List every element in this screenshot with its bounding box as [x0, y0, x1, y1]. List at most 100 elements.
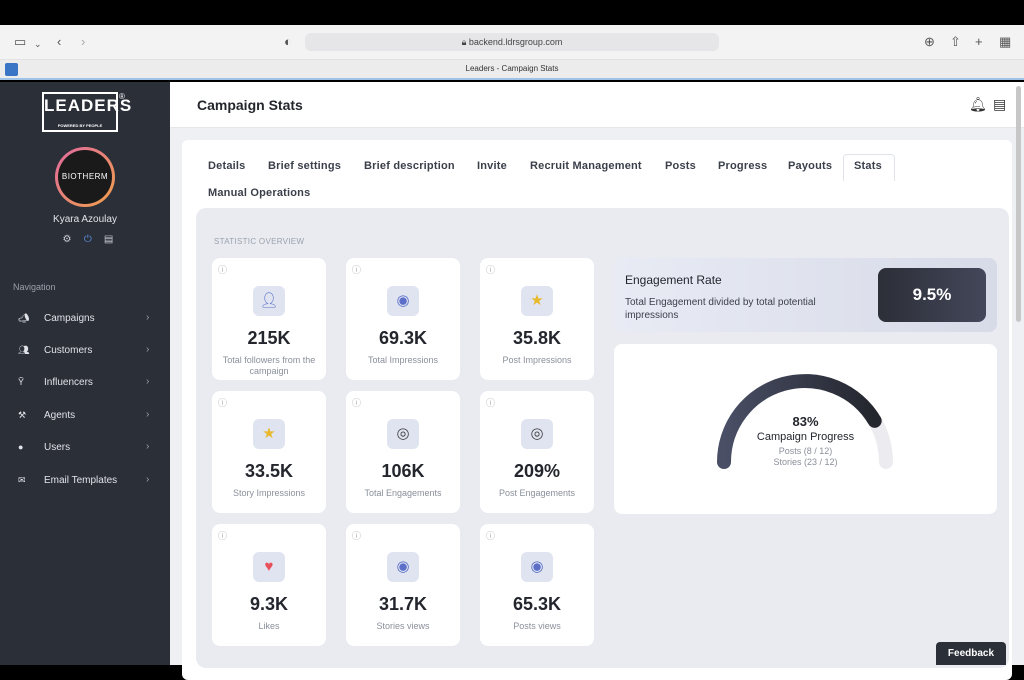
- sidebar: LEADERS POWERED BY PEOPLE ® BIOTHERM Kyar…: [0, 82, 170, 665]
- engagement-description: Total Engagement divided by total potent…: [625, 297, 816, 321]
- leaders-logo[interactable]: LEADERS POWERED BY PEOPLE: [42, 92, 131, 132]
- chat-icon[interactable]: ▤: [993, 96, 1006, 113]
- download-icon[interactable]: ⊕: [924, 33, 935, 51]
- eye-icon: ◉: [387, 286, 419, 316]
- envelope-icon: ✉: [18, 475, 26, 485]
- user-circle-icon: ●: [18, 442, 24, 452]
- stat-value: 106K: [381, 461, 425, 481]
- eye-icon: ◉: [387, 552, 419, 582]
- forward-icon[interactable]: ›: [81, 33, 85, 51]
- stat-label: Likes: [258, 621, 280, 631]
- new-tab-icon[interactable]: +: [975, 33, 983, 51]
- share-icon[interactable]: ⇧: [950, 33, 961, 51]
- engagement-rate-card: Engagement Rate Total Engagement divided…: [614, 258, 997, 332]
- stat-value: 31.7K: [378, 594, 428, 614]
- tab-manual-operations[interactable]: Manual Operations: [208, 187, 310, 199]
- stat-card: ⓘ ◉ 65.3K Posts views: [480, 524, 594, 646]
- target-icon: ◎: [521, 419, 553, 449]
- progress-title: Campaign Progress: [756, 431, 855, 443]
- feedback-button[interactable]: Feedback: [936, 642, 1006, 665]
- campaign-progress-card: 83% Campaign Progress Posts (8 / 12) Sto…: [614, 344, 997, 514]
- chevron-right-icon: ›: [146, 376, 150, 387]
- gear-icon[interactable]: ⚙: [58, 234, 76, 245]
- users-icon: 👥︎: [18, 345, 30, 355]
- sidebar-item-customers[interactable]: 👥︎ Customers ›: [0, 342, 170, 362]
- main-content: Campaign Stats 🔔︎ ▤ Details Brief settin…: [170, 82, 1024, 680]
- info-icon[interactable]: ⓘ: [218, 263, 227, 276]
- star-icon: ★: [521, 286, 553, 316]
- avatar[interactable]: BIOTHERM: [55, 147, 115, 207]
- tab-stats[interactable]: Stats: [854, 160, 882, 172]
- stat-value: 9.3K: [249, 594, 289, 614]
- stat-label: Post Engagements: [498, 488, 576, 498]
- info-icon[interactable]: ⓘ: [486, 263, 495, 276]
- stat-value: 69.3K: [378, 328, 428, 348]
- bell-icon[interactable]: 🔔︎: [969, 96, 987, 113]
- tab-payouts[interactable]: Payouts: [788, 160, 832, 172]
- stat-card: ⓘ ♥ 9.3K Likes: [212, 524, 326, 646]
- stat-card: ⓘ ◉ 69.3K Total Impressions: [346, 258, 460, 380]
- sidebar-item-email-templates[interactable]: ✉ Email Templates ›: [0, 472, 170, 492]
- info-icon[interactable]: ⓘ: [352, 529, 361, 542]
- address-bar[interactable]: 🔒︎ backend.ldrsgroup.com: [305, 33, 719, 51]
- engagement-title: Engagement Rate: [625, 273, 722, 287]
- stat-card: ⓘ ◎ 106K Total Engagements: [346, 391, 460, 513]
- info-icon[interactable]: ⓘ: [486, 529, 495, 542]
- stat-card: ⓘ 👤︎ 215K Total followers from the campa…: [212, 258, 326, 380]
- progress-details: Posts (8 / 12) Stories (23 / 12): [614, 446, 997, 468]
- tab-details[interactable]: Details: [208, 160, 245, 172]
- lock-icon: 🔒︎: [461, 37, 469, 47]
- stat-card: ⓘ ★ 35.8K Post Impressions: [480, 258, 594, 380]
- os-top-bar: [0, 0, 1024, 25]
- megaphone-icon: 📣︎: [18, 313, 30, 323]
- progress-posts: Posts (8 / 12): [778, 446, 833, 456]
- info-icon[interactable]: ⓘ: [218, 529, 227, 542]
- progress-stories: Stories (23 / 12): [773, 457, 838, 467]
- statistic-overview-panel: STATISTIC OVERVIEW ⓘ 👤︎ 215K Total follo…: [196, 208, 1009, 668]
- calculator-icon[interactable]: ▤: [100, 234, 118, 245]
- user-actions: ⚙ ⏻ ▤: [58, 234, 118, 245]
- sidebar-toggle-icon[interactable]: ▭: [14, 33, 26, 51]
- stat-value: 209%: [513, 461, 561, 481]
- tab-brief-settings[interactable]: Brief settings: [268, 160, 341, 172]
- panel-label: STATISTIC OVERVIEW: [214, 237, 305, 246]
- stat-value: 35.8K: [512, 328, 562, 348]
- star-icon: ★: [253, 419, 285, 449]
- sidebar-item-influencers[interactable]: Ỹ Influencers ›: [0, 374, 170, 394]
- privacy-shield-icon[interactable]: ◐: [284, 33, 292, 51]
- stat-label: Total Impressions: [367, 355, 439, 365]
- stat-card: ⓘ ★ 33.5K Story Impressions: [212, 391, 326, 513]
- back-icon[interactable]: ‹: [57, 33, 61, 51]
- stat-label: Total followers from the campaign: [222, 355, 316, 376]
- tab-posts[interactable]: Posts: [665, 160, 696, 172]
- heart-icon: ♥: [253, 552, 285, 582]
- power-icon[interactable]: ⏻: [79, 234, 97, 245]
- campaign-card: Details Brief settings Brief description…: [182, 140, 1012, 680]
- sidebar-item-agents[interactable]: ⚒ Agents ›: [0, 407, 170, 427]
- tab-progress[interactable]: Progress: [718, 160, 767, 172]
- stat-label: Total Engagements: [364, 488, 442, 498]
- browser-tab-title[interactable]: Leaders - Campaign Stats: [0, 64, 1024, 73]
- profile-icon: 👤︎: [253, 286, 285, 316]
- progress-gauge: [717, 374, 893, 469]
- chevron-right-icon: ›: [146, 344, 150, 355]
- person-star-icon: Ỹ: [18, 377, 25, 387]
- tab-brief-description[interactable]: Brief description: [364, 160, 455, 172]
- chevron-down-icon[interactable]: ⌄: [34, 35, 42, 53]
- info-icon[interactable]: ⓘ: [352, 396, 361, 409]
- info-icon[interactable]: ⓘ: [218, 396, 227, 409]
- tab-invite[interactable]: Invite: [477, 160, 507, 172]
- page-header: Campaign Stats 🔔︎ ▤: [170, 82, 1024, 128]
- sidebar-item-users[interactable]: ● Users ›: [0, 439, 170, 459]
- tab-overview-icon[interactable]: ▦: [999, 33, 1011, 51]
- progress-percent: 83%: [792, 414, 819, 429]
- sidebar-item-campaigns[interactable]: 📣︎ Campaigns ›: [0, 310, 170, 330]
- eye-icon: ◉: [521, 552, 553, 582]
- chevron-right-icon: ›: [146, 441, 150, 452]
- info-icon[interactable]: ⓘ: [352, 263, 361, 276]
- stat-label: Posts views: [513, 621, 561, 631]
- target-icon: ◎: [387, 419, 419, 449]
- page-scrollbar[interactable]: [1016, 86, 1021, 322]
- info-icon[interactable]: ⓘ: [486, 396, 495, 409]
- tab-recruit-management[interactable]: Recruit Management: [530, 160, 642, 172]
